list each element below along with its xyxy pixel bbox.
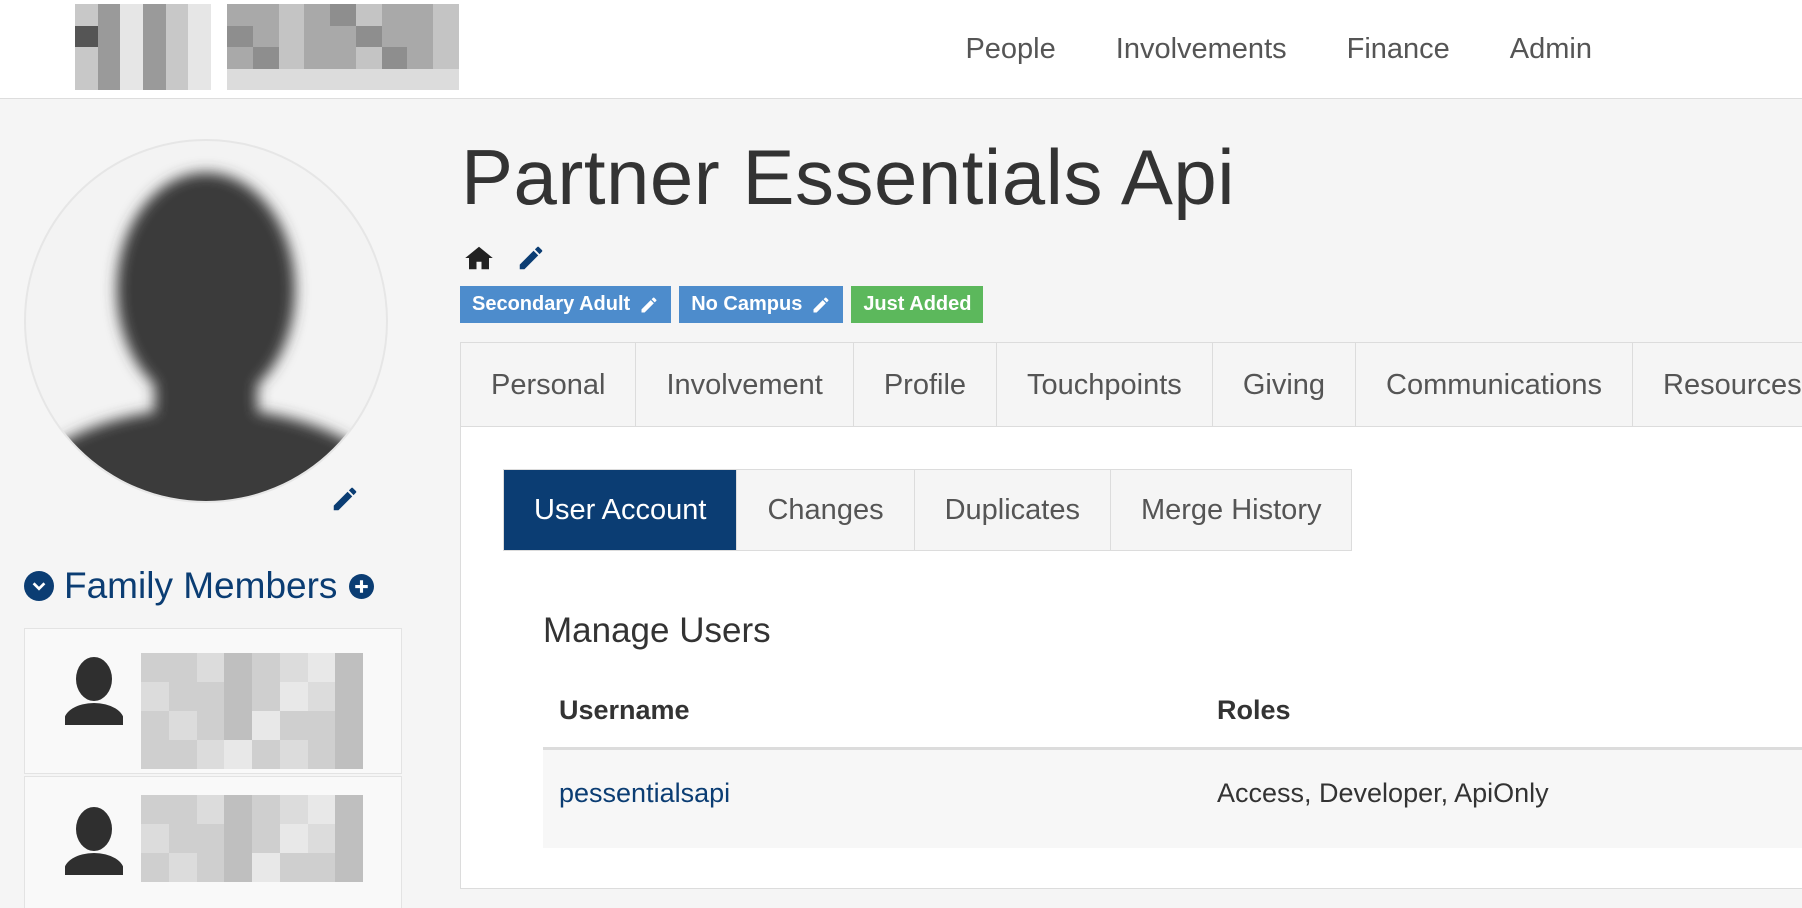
tab-personal[interactable]: Personal xyxy=(461,343,637,427)
family-member-card[interactable] xyxy=(24,776,402,908)
pencil-icon xyxy=(813,296,829,312)
profile-subtabs: User Account Changes Duplicates Merge Hi… xyxy=(503,469,1353,551)
tab-touchpoints[interactable]: Touchpoints xyxy=(997,343,1213,427)
nav-involvements[interactable]: Involvements xyxy=(1116,33,1287,66)
subtab-duplicates[interactable]: Duplicates xyxy=(914,470,1111,550)
tab-communications[interactable]: Communications xyxy=(1356,343,1633,427)
family-member-name-redacted xyxy=(141,795,363,882)
column-header-roles: Roles xyxy=(1201,674,1802,750)
just-added-badge: Just Added xyxy=(851,286,984,323)
person-silhouette-icon xyxy=(26,172,386,501)
family-members-title: Family Members xyxy=(64,565,338,606)
top-navbar: People Involvements Finance Admin xyxy=(0,0,1802,99)
edit-avatar-pencil-icon[interactable] xyxy=(330,484,360,514)
table-row: pessentialsapi Access, Developer, ApiOnl… xyxy=(543,748,1802,848)
page-title: Partner Essentials Api xyxy=(461,133,1236,221)
nav-people[interactable]: People xyxy=(965,33,1055,66)
campus-badge[interactable]: No Campus xyxy=(679,286,844,323)
family-member-name-redacted xyxy=(141,653,363,769)
table-header-row: Username Roles xyxy=(543,674,1802,750)
person-avatar xyxy=(24,139,388,503)
member-status-badge[interactable]: Secondary Adult xyxy=(460,286,672,323)
org-logo[interactable] xyxy=(75,4,459,90)
username-cell: pessentialsapi xyxy=(543,748,1201,848)
logo-text xyxy=(227,4,459,90)
tab-giving[interactable]: Giving xyxy=(1213,343,1357,427)
manage-users-title: Manage Users xyxy=(543,611,771,650)
family-member-avatar-icon xyxy=(65,657,123,725)
subtab-changes[interactable]: Changes xyxy=(737,470,915,550)
person-detail-panel: Personal Involvement Profile Touchpoints… xyxy=(460,342,1802,889)
logo-mark xyxy=(75,4,211,90)
family-members-header: Family Members xyxy=(24,565,375,607)
badge-label: Secondary Adult xyxy=(472,293,631,315)
pencil-icon xyxy=(641,296,657,312)
badge-label: Just Added xyxy=(863,293,972,315)
tab-profile[interactable]: Profile xyxy=(854,343,998,427)
tab-involvement[interactable]: Involvement xyxy=(636,343,854,427)
roles-cell: Access, Developer, ApiOnly xyxy=(1201,748,1802,848)
chevron-down-circle-icon[interactable] xyxy=(24,571,54,601)
family-member-card[interactable] xyxy=(24,628,402,774)
add-family-member-plus-icon[interactable] xyxy=(349,573,375,599)
subtab-merge-history[interactable]: Merge History xyxy=(1110,470,1352,550)
nav-finance[interactable]: Finance xyxy=(1347,33,1450,66)
users-table: Username Roles pessentialsapi Access, De… xyxy=(543,674,1802,848)
tab-resources[interactable]: Resources xyxy=(1633,343,1802,427)
badge-label: No Campus xyxy=(691,293,803,315)
family-member-avatar-icon xyxy=(65,807,123,875)
person-badges: Secondary Adult No Campus Just Added xyxy=(460,286,984,323)
person-tabs: Personal Involvement Profile Touchpoints… xyxy=(461,343,1802,427)
pencil-icon[interactable] xyxy=(516,243,546,273)
subtab-user-account[interactable]: User Account xyxy=(504,470,738,550)
home-icon[interactable] xyxy=(464,243,494,273)
username-link[interactable]: pessentialsapi xyxy=(559,778,730,808)
column-header-username: Username xyxy=(543,674,1201,750)
main-nav: People Involvements Finance Admin xyxy=(965,0,1592,99)
person-quick-actions xyxy=(464,243,546,273)
nav-admin[interactable]: Admin xyxy=(1510,33,1592,66)
